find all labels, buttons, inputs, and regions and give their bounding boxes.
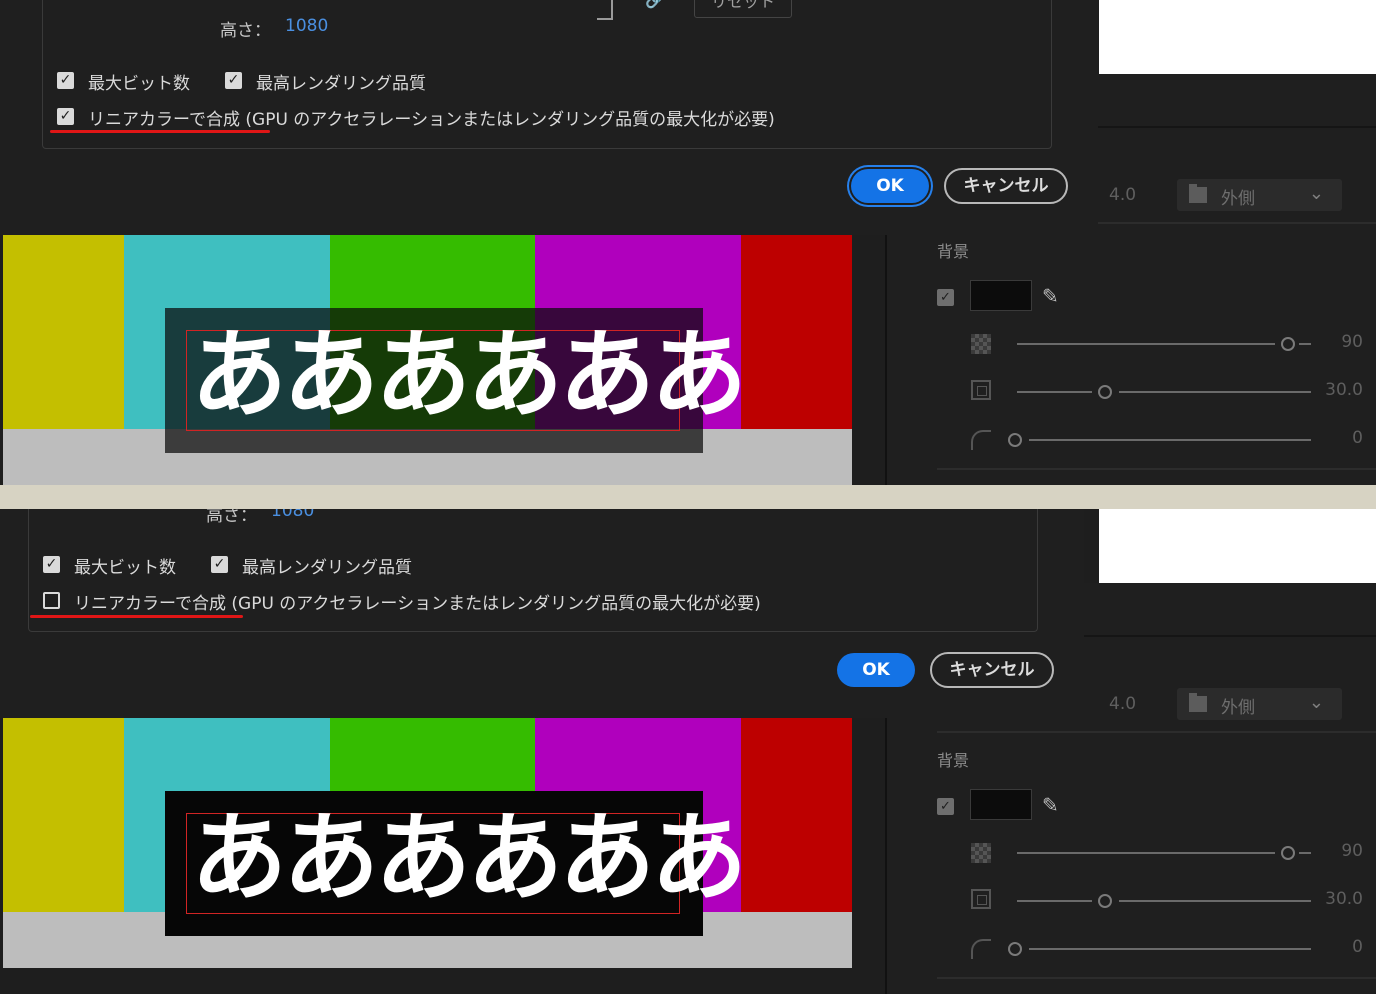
eyedropper-icon[interactable]: ✎ [1042, 793, 1059, 817]
size-value[interactable]: 30.0 [1313, 889, 1363, 909]
project-settings-dialog: 高さ： 1080 ✓ 最大ビット数 ✓ 最高レンダリング品質 リニアカラーで合成… [0, 509, 1084, 718]
corner-value[interactable]: 0 [1313, 937, 1363, 957]
title-text: ああああああ [191, 802, 747, 914]
max-bit-depth-label: 最大ビット数 [88, 74, 190, 94]
background-checkbox[interactable]: ✓ [937, 798, 954, 815]
max-bit-depth-checkbox[interactable]: ✓ [43, 556, 60, 573]
opacity-icon [971, 334, 991, 354]
height-value[interactable]: 1080 [285, 16, 328, 36]
corner-slider-track[interactable] [1029, 439, 1311, 441]
height-label: 高さ： [220, 21, 271, 41]
stroke-position-label: 外側 [1221, 189, 1255, 209]
divider [937, 731, 1376, 733]
corner-slider-handle[interactable] [1008, 433, 1022, 447]
size-slider-track[interactable] [1017, 900, 1092, 902]
project-settings-dialog: 🔗 リセット 高さ： 1080 ✓ 最大ビット数 ✓ 最高レンダリング品質 ✓ … [0, 0, 1098, 235]
size-slider-handle[interactable] [1098, 385, 1112, 399]
red-underline-annotation [50, 130, 270, 133]
linear-color-label: リニアカラーで合成 (GPU のアクセラレーションまたはレンダリング品質の最大化… [88, 110, 775, 130]
background-color-swatch[interactable] [970, 789, 1032, 820]
ok-button[interactable]: OK [851, 169, 929, 203]
ok-button[interactable]: OK [837, 653, 915, 687]
stroke-position-select[interactable]: 外側 ⌄ [1177, 688, 1342, 720]
stroke-size-value[interactable]: 4.0 [1109, 185, 1136, 205]
opacity-slider-handle[interactable] [1281, 846, 1295, 860]
title-text: ああああああ [191, 319, 747, 431]
size-slider-handle[interactable] [1098, 894, 1112, 908]
eyedropper-icon[interactable]: ✎ [1042, 284, 1059, 308]
link-icon[interactable]: 🔗 [645, 0, 665, 9]
background-label: 背景 [937, 242, 970, 261]
max-render-quality-label: 最高レンダリング品質 [256, 74, 426, 94]
opacity-value[interactable]: 90 [1313, 841, 1363, 861]
opacity-value[interactable]: 90 [1313, 332, 1363, 352]
program-monitor: ああああああ [3, 718, 852, 968]
height-value[interactable]: 1080 [271, 509, 314, 521]
corner-radius-icon [971, 430, 991, 450]
divider [937, 977, 1376, 979]
corner-value[interactable]: 0 [1313, 428, 1363, 448]
opacity-slider-tail [1299, 343, 1311, 345]
cancel-button[interactable]: キャンセル [930, 652, 1054, 688]
linear-color-checkbox[interactable]: ✓ [57, 108, 74, 125]
max-render-quality-checkbox[interactable]: ✓ [211, 556, 228, 573]
chevron-down-icon: ⌄ [1308, 183, 1324, 204]
screenshot-linear-off: 4.0 外側 ⌄ 背景 ✓ ✎ 90 30.0 0 ああああああ 高さ： 108… [0, 509, 1376, 994]
red-underline-annotation [30, 615, 243, 618]
height-label: 高さ： [206, 509, 257, 526]
size-icon [971, 380, 991, 400]
color-bar-yellow [3, 718, 124, 912]
corner-radius-icon [971, 939, 991, 959]
background-checkbox[interactable]: ✓ [937, 289, 954, 306]
folder-icon [1189, 693, 1207, 712]
folder-icon [1189, 184, 1207, 203]
size-icon [971, 889, 991, 909]
opacity-slider-track[interactable] [1017, 852, 1275, 854]
reset-button[interactable]: リセット [694, 0, 792, 18]
cancel-button[interactable]: キャンセル [944, 168, 1068, 204]
color-bar-red [741, 718, 852, 912]
aspect-lock-bracket [597, 0, 613, 20]
linear-color-checkbox[interactable] [43, 592, 60, 609]
comparison-separator [0, 485, 1376, 509]
program-monitor: ああああああ [3, 235, 852, 485]
opacity-slider-tail [1299, 852, 1311, 854]
color-bar-red [741, 235, 852, 429]
max-bit-depth-label: 最大ビット数 [74, 558, 176, 578]
opacity-slider-handle[interactable] [1281, 337, 1295, 351]
white-area [1099, 509, 1376, 583]
screenshot-linear-on: 4.0 外側 ⌄ 背景 ✓ ✎ 90 30.0 0 ああああああ リセット 高さ… [0, 0, 1376, 485]
background-label: 背景 [937, 751, 970, 770]
size-slider-track[interactable] [1017, 391, 1092, 393]
divider [937, 468, 1376, 470]
size-slider-tail [1119, 391, 1311, 393]
size-slider-tail [1119, 900, 1311, 902]
max-render-quality-label: 最高レンダリング品質 [242, 558, 412, 578]
size-value[interactable]: 30.0 [1313, 380, 1363, 400]
corner-slider-handle[interactable] [1008, 942, 1022, 956]
chevron-down-icon: ⌄ [1308, 692, 1324, 713]
linear-color-label: リニアカラーで合成 (GPU のアクセラレーションまたはレンダリング品質の最大化… [74, 594, 761, 614]
background-color-swatch[interactable] [970, 280, 1032, 311]
white-area [1099, 0, 1376, 74]
color-bar-yellow [3, 235, 124, 429]
stroke-size-value[interactable]: 4.0 [1109, 694, 1136, 714]
stroke-position-select[interactable]: 外側 ⌄ [1177, 179, 1342, 211]
corner-slider-track[interactable] [1029, 948, 1311, 950]
opacity-icon [971, 843, 991, 863]
max-render-quality-checkbox[interactable]: ✓ [225, 72, 242, 89]
stroke-position-label: 外側 [1221, 698, 1255, 718]
max-bit-depth-checkbox[interactable]: ✓ [57, 72, 74, 89]
opacity-slider-track[interactable] [1017, 343, 1275, 345]
